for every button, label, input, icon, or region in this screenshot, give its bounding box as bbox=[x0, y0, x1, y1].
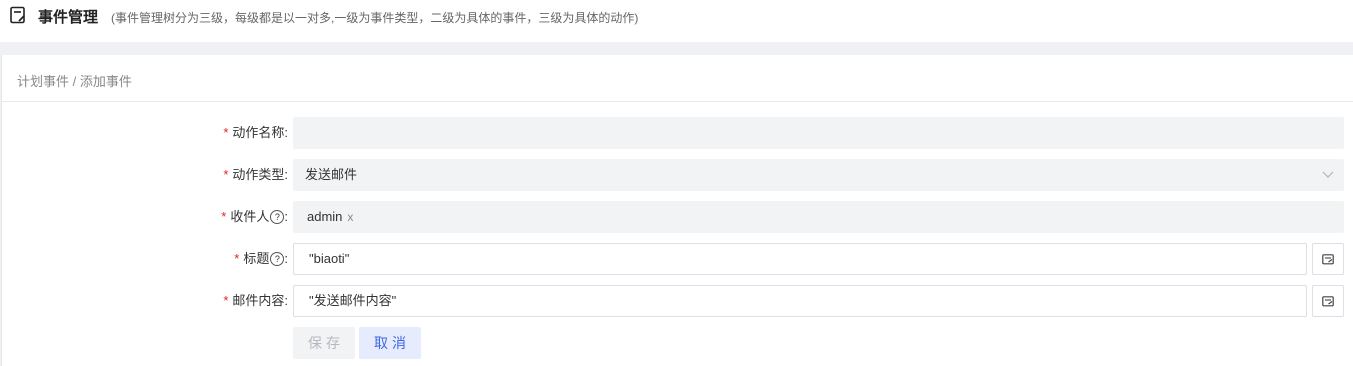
page-header: 事件管理 (事件管理树分为三级，每级都是以一对多,一级为事件类型，二级为具体的事… bbox=[0, 0, 1353, 42]
subject-label: * 标题 ? : bbox=[234, 243, 288, 275]
form-row-action-type: * 动作类型: 发送邮件 bbox=[2, 159, 1353, 191]
required-mark: * bbox=[223, 167, 229, 182]
subject-input[interactable]: "biaoti" bbox=[293, 243, 1307, 275]
action-type-label-text: 动作类型: bbox=[232, 167, 288, 182]
recipients-label-text: 收件人 bbox=[230, 209, 270, 224]
content-variable-button[interactable] bbox=[1312, 285, 1344, 317]
help-icon[interactable]: ? bbox=[270, 210, 285, 224]
document-edit-icon bbox=[10, 6, 25, 24]
content-label: * 邮件内容: bbox=[223, 285, 288, 317]
recipients-colon: : bbox=[284, 209, 288, 224]
content-value: "发送邮件内容" bbox=[309, 293, 397, 308]
recipient-tag: admin x bbox=[301, 206, 360, 228]
action-name-label: * 动作名称: bbox=[223, 117, 288, 149]
recipient-tag-label: admin bbox=[307, 209, 343, 224]
subject-variable-button[interactable] bbox=[1312, 243, 1344, 275]
divider bbox=[2, 101, 1353, 102]
required-mark: * bbox=[221, 209, 227, 224]
action-type-label: * 动作类型: bbox=[223, 159, 288, 191]
form-card: 计划事件 / 添加事件 * 动作名称: * 动作类型: 发送邮件 * 收件人 ? bbox=[1, 55, 1353, 366]
edit-note-icon bbox=[1322, 296, 1334, 307]
remove-tag-icon[interactable]: x bbox=[347, 210, 353, 224]
subject-colon: : bbox=[284, 251, 288, 266]
chevron-down-icon bbox=[1322, 171, 1334, 178]
form-row-subject: * 标题 ? : "biaoti" bbox=[2, 243, 1353, 275]
recipients-label: * 收件人 ? : bbox=[221, 201, 288, 233]
required-mark: * bbox=[223, 125, 229, 140]
action-name-label-text: 动作名称: bbox=[232, 125, 288, 140]
action-type-select[interactable]: 发送邮件 bbox=[293, 159, 1344, 191]
required-mark: * bbox=[223, 293, 229, 308]
content-input[interactable]: "发送邮件内容" bbox=[293, 285, 1307, 317]
edit-note-icon bbox=[1322, 254, 1334, 265]
action-type-value: 发送邮件 bbox=[305, 167, 358, 182]
save-button[interactable]: 保存 bbox=[293, 327, 355, 359]
form-row-action-name: * 动作名称: bbox=[2, 117, 1353, 149]
subject-label-text: 标题 bbox=[243, 251, 270, 266]
content-label-text: 邮件内容: bbox=[232, 293, 288, 308]
subject-value: "biaoti" bbox=[309, 251, 350, 266]
recipients-select[interactable]: admin x bbox=[293, 201, 1344, 233]
form-row-recipients: * 收件人 ? : admin x bbox=[2, 201, 1353, 233]
help-icon[interactable]: ? bbox=[270, 252, 285, 266]
page-subtitle: (事件管理树分为三级，每级都是以一对多,一级为事件类型，二级为具体的事件，三级为… bbox=[111, 11, 639, 25]
required-mark: * bbox=[234, 251, 240, 266]
action-name-input[interactable] bbox=[293, 117, 1344, 149]
form-row-content: * 邮件内容: "发送邮件内容" bbox=[2, 285, 1353, 317]
breadcrumb: 计划事件 / 添加事件 bbox=[17, 74, 132, 89]
cancel-button[interactable]: 取消 bbox=[359, 327, 421, 359]
page-title: 事件管理 bbox=[38, 9, 99, 26]
